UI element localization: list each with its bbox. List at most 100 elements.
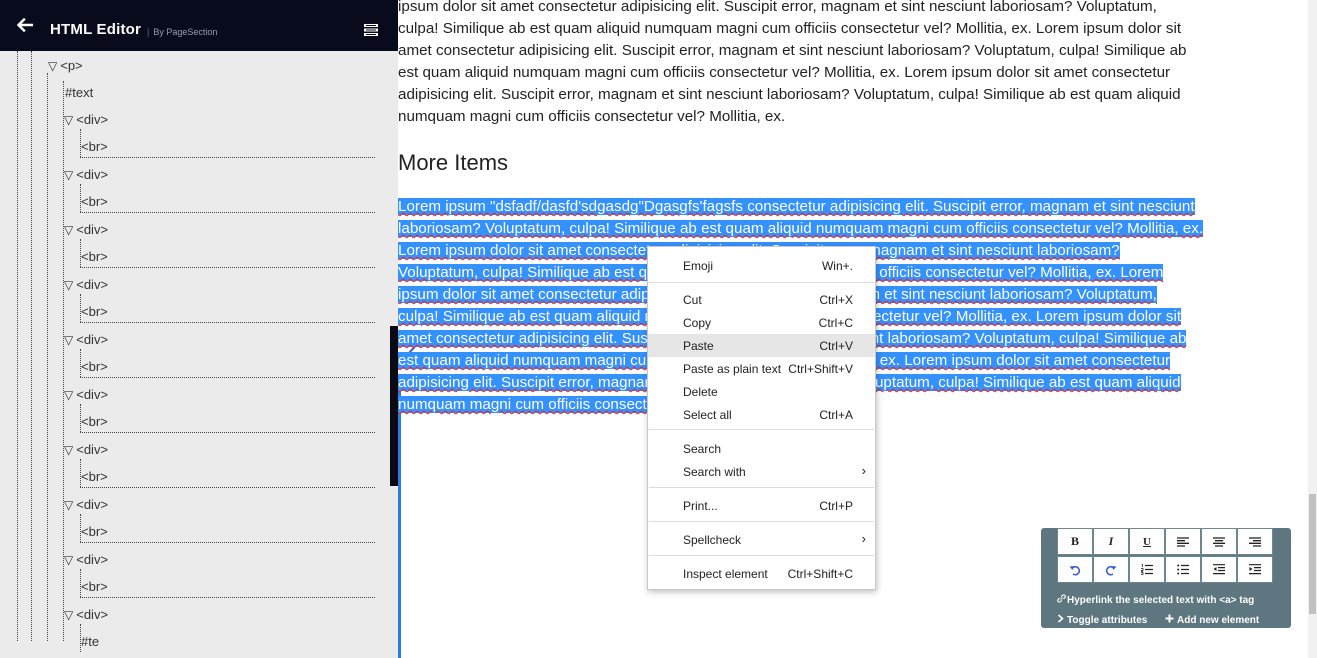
tree-node-div[interactable]: ▽ <div> bbox=[64, 277, 108, 293]
indent-button[interactable] bbox=[1237, 556, 1273, 583]
tree-node-underline bbox=[80, 377, 375, 378]
tree-guide-line bbox=[31, 51, 32, 641]
tree-node-br[interactable]: <br> bbox=[81, 139, 108, 155]
expand-toggle-icon[interactable]: ▽ bbox=[64, 553, 73, 567]
menu-separator bbox=[649, 429, 874, 430]
menu-item-label: Select all bbox=[683, 408, 732, 422]
paragraph-line: adipisicing elit. Suscipit error, magnam… bbox=[398, 86, 1181, 103]
subtitle-text: By PageSection bbox=[153, 27, 218, 37]
tree-node-div[interactable]: ▽ <div> bbox=[64, 222, 108, 238]
align-center-button[interactable] bbox=[1201, 528, 1237, 555]
align-left-button[interactable] bbox=[1165, 528, 1201, 555]
align-right-button[interactable] bbox=[1237, 528, 1273, 555]
tree-node-br[interactable]: <br> bbox=[81, 359, 108, 375]
tree-node-div[interactable]: ▽ <div> bbox=[64, 497, 108, 513]
tree-node-p[interactable]: ▽ <p> bbox=[48, 58, 83, 74]
tree-node-br[interactable]: <br> bbox=[81, 469, 108, 485]
menu-separator bbox=[649, 282, 874, 283]
menu-item-shortcut: Ctrl+Shift+V bbox=[788, 362, 853, 376]
menu-item-search-with[interactable]: Search with › bbox=[648, 460, 875, 483]
menu-separator bbox=[649, 521, 874, 522]
tree-guide-line bbox=[47, 73, 48, 641]
menu-button[interactable] bbox=[363, 23, 381, 41]
menu-item-cut[interactable]: Cut Ctrl+X bbox=[648, 288, 875, 311]
indent-icon bbox=[1249, 564, 1261, 575]
tree-node-label: <br> bbox=[81, 304, 108, 319]
menu-item-shortcut: Ctrl+C bbox=[818, 316, 853, 330]
underline-button[interactable]: U bbox=[1129, 528, 1165, 555]
menu-item-label: Search bbox=[683, 442, 722, 456]
tree-node-div[interactable]: ▽ <div> bbox=[64, 112, 108, 128]
tree-node-label: <div> bbox=[76, 332, 109, 347]
outdent-button[interactable] bbox=[1201, 556, 1237, 583]
scrollbar-thumb[interactable] bbox=[1309, 494, 1316, 614]
tree-node-div[interactable]: ▽ <div> bbox=[64, 552, 108, 568]
menu-item-search[interactable]: Search bbox=[648, 437, 875, 460]
menu-item-emoji[interactable]: Emoji Win+. bbox=[648, 254, 875, 277]
menu-item-paste-plain-text[interactable]: Paste as plain text Ctrl+Shift+V bbox=[648, 357, 875, 380]
tree-node-underline bbox=[80, 322, 375, 323]
hyperlink-action[interactable]: Hyperlink the selected text with <a> tag bbox=[1057, 594, 1254, 606]
menu-item-select-all[interactable]: Select all Ctrl+A bbox=[648, 403, 875, 426]
expand-toggle-icon[interactable]: ▽ bbox=[64, 498, 73, 512]
menu-item-inspect-element[interactable]: Inspect element Ctrl+Shift+C bbox=[648, 562, 875, 585]
chevron-right-icon bbox=[1057, 614, 1067, 626]
menu-item-paste[interactable]: Paste Ctrl+V bbox=[648, 334, 875, 357]
tree-node-label: <div> bbox=[76, 497, 109, 512]
italic-icon: I bbox=[1108, 534, 1114, 548]
tree-node-label: <br> bbox=[81, 469, 108, 484]
expand-toggle-icon[interactable]: ▽ bbox=[64, 388, 73, 402]
expand-toggle-icon[interactable]: ▽ bbox=[64, 278, 73, 292]
unordered-list-button[interactable] bbox=[1165, 556, 1201, 583]
tree-node-br[interactable]: <br> bbox=[81, 524, 108, 540]
tree-node-text[interactable]: #text bbox=[65, 85, 93, 101]
menu-item-copy[interactable]: Copy Ctrl+C bbox=[648, 311, 875, 334]
expand-toggle-icon[interactable]: ▽ bbox=[64, 113, 73, 127]
tree-node-div[interactable]: ▽ <div> bbox=[64, 607, 108, 623]
tree-node-underline bbox=[80, 432, 375, 433]
tree-node-text[interactable]: #te bbox=[81, 634, 99, 650]
tree-node-br[interactable]: <br> bbox=[81, 249, 108, 265]
menu-item-print[interactable]: Print... Ctrl+P bbox=[648, 494, 875, 517]
paragraph[interactable]: ipsum dolor sit amet consectetur adipisi… bbox=[398, 0, 1308, 128]
italic-button[interactable]: I bbox=[1093, 528, 1129, 555]
tree-node-br[interactable]: <br> bbox=[81, 304, 108, 320]
expand-toggle-icon[interactable]: ▽ bbox=[48, 59, 57, 73]
align-left-icon bbox=[1177, 536, 1189, 547]
ordered-list-button[interactable] bbox=[1129, 556, 1165, 583]
tree-node-label: <div> bbox=[76, 167, 109, 182]
tree-node-br[interactable]: <br> bbox=[81, 579, 108, 595]
paragraph-line: amet consectetur adipisicing elit. Susci… bbox=[398, 42, 1187, 59]
bold-button[interactable]: B bbox=[1057, 528, 1093, 555]
add-element-action[interactable]: Add new element bbox=[1165, 614, 1259, 626]
expand-toggle-icon[interactable]: ▽ bbox=[64, 168, 73, 182]
tree-node-div[interactable]: ▽ <div> bbox=[64, 387, 108, 403]
tree-node-div[interactable]: ▽ <div> bbox=[64, 167, 108, 183]
expand-toggle-icon[interactable]: ▽ bbox=[64, 443, 73, 457]
scrollbar[interactable] bbox=[1308, 0, 1317, 658]
menu-item-spellcheck[interactable]: Spellcheck › bbox=[648, 528, 875, 551]
tree-node-underline bbox=[80, 597, 375, 598]
menu-item-delete[interactable]: Delete bbox=[648, 380, 875, 403]
tree-node-div[interactable]: ▽ <div> bbox=[64, 332, 108, 348]
expand-toggle-icon[interactable]: ▽ bbox=[64, 223, 73, 237]
undo-button[interactable] bbox=[1057, 556, 1093, 583]
expand-toggle-icon[interactable]: ▽ bbox=[64, 608, 73, 622]
back-button[interactable] bbox=[14, 14, 36, 36]
tree-node-br[interactable]: <br> bbox=[81, 194, 108, 210]
unordered-list-icon bbox=[1177, 564, 1189, 575]
expand-toggle-icon[interactable]: ▽ bbox=[64, 333, 73, 347]
resize-handle[interactable] bbox=[390, 326, 398, 486]
section-heading[interactable]: More Items bbox=[398, 150, 508, 176]
tree-node-label: <div> bbox=[76, 222, 109, 237]
tree-node-div[interactable]: ▽ <div> bbox=[64, 442, 108, 458]
toggle-attributes-action[interactable]: Toggle attributes bbox=[1057, 614, 1147, 626]
hyperlink-label: Hyperlink the selected text with <a> tag bbox=[1067, 595, 1255, 606]
tree-node-br[interactable]: <br> bbox=[81, 414, 108, 430]
paragraph-line: est quam aliquid numquam magni cum offic… bbox=[398, 64, 1171, 81]
submenu-arrow-icon: › bbox=[861, 463, 866, 478]
submenu-arrow-icon: › bbox=[861, 531, 866, 546]
menu-item-label: Inspect element bbox=[683, 567, 768, 581]
redo-button[interactable] bbox=[1093, 556, 1129, 583]
underline-icon: U bbox=[1143, 535, 1151, 548]
